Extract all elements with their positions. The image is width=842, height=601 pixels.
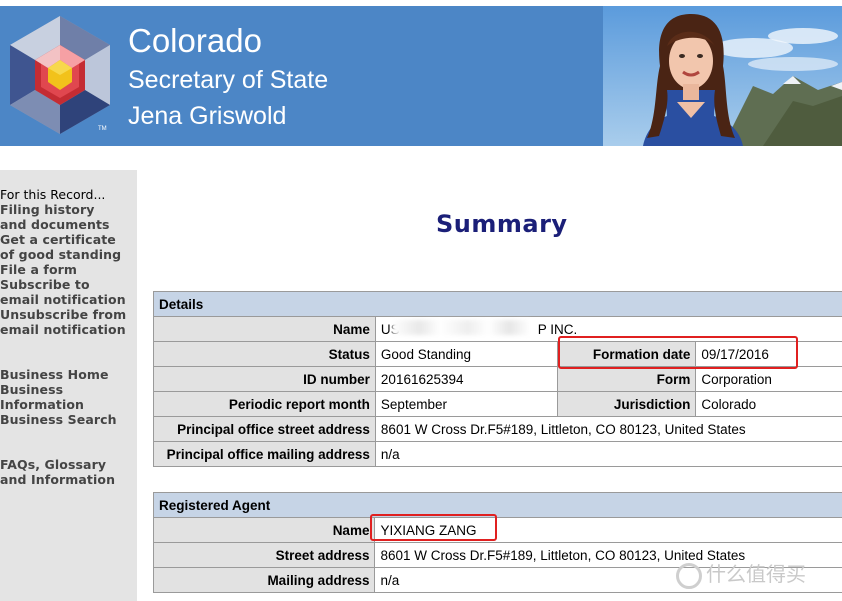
agent-mailing-label: Mailing address — [152, 567, 376, 593]
agent-section-header: Registered Agent — [153, 492, 842, 518]
watermark-logo-icon — [676, 562, 702, 589]
principal-street-label: Principal office street address — [153, 416, 376, 442]
principal-mailing-value: n/a — [374, 441, 842, 467]
sidebar-link-subscribe[interactable]: Subscribe to email notification — [0, 277, 132, 307]
jurisdiction-label: Jurisdiction — [556, 391, 697, 417]
agent-name-label: Name — [152, 517, 376, 543]
sidebar-link-faqs[interactable]: FAQs, Glossary and Information — [0, 457, 132, 487]
secretary-portrait — [603, 6, 842, 146]
state-title: Colorado — [128, 22, 262, 59]
status-label: Status — [153, 341, 376, 367]
jurisdiction-value: Colorado — [695, 391, 842, 417]
sidebar-link-business-home[interactable]: Business Home — [0, 367, 130, 382]
agent-name-highlight — [370, 514, 497, 541]
sidebar-link-business-information[interactable]: Business Information — [0, 382, 84, 412]
watermark: 什么值得买 — [676, 558, 806, 589]
periodic-report-value: September — [374, 391, 558, 417]
sidebar-link-file-form[interactable]: File a form — [0, 262, 130, 277]
colorado-logo-icon[interactable]: TM — [6, 14, 114, 136]
watermark-text: 什么值得买 — [706, 562, 806, 586]
official-name: Jena Griswold — [128, 102, 287, 130]
id-number-label: ID number — [153, 366, 376, 392]
sidebar-link-unsubscribe[interactable]: Unsubscribe from email notification — [0, 307, 132, 337]
header-banner: TM Colorado Secretary of State Jena Gris… — [0, 6, 842, 146]
form-label: Form — [556, 366, 697, 392]
table-row: Principal office mailing address n/a — [153, 441, 842, 467]
formation-date-highlight — [558, 336, 798, 369]
agent-street-label: Street address — [152, 542, 376, 568]
sidebar: For this Record... Filing history and do… — [0, 170, 137, 601]
table-row: ID number 20161625394 Form Corporation — [153, 366, 842, 392]
id-number-value: 20161625394 — [374, 366, 558, 392]
details-section-header: Details — [153, 291, 842, 317]
page-title: Summary — [436, 210, 568, 238]
svg-text:TM: TM — [98, 126, 107, 132]
redaction-blur — [392, 320, 530, 335]
periodic-report-label: Periodic report month — [153, 391, 376, 417]
sidebar-link-business-search[interactable]: Business Search — [0, 412, 130, 427]
table-row: Name YIXIANG ZANG — [152, 517, 842, 543]
name-label: Name — [153, 316, 376, 342]
details-table: Details Name US P INC. Status Good Standi… — [153, 291, 842, 467]
sidebar-link-filing-history[interactable]: Filing history and documents — [0, 202, 122, 232]
sidebar-link-good-standing[interactable]: Get a certificate of good standing — [0, 232, 130, 262]
office-title: Secretary of State — [128, 66, 329, 94]
sidebar-heading: For this Record... — [0, 187, 106, 202]
table-row: Principal office street address 8601 W C… — [153, 416, 842, 442]
principal-mailing-label: Principal office mailing address — [153, 441, 376, 467]
principal-street-value: 8601 W Cross Dr.F5#189, Littleton, CO 80… — [374, 416, 842, 442]
table-row: Periodic report month September Jurisdic… — [153, 391, 842, 417]
status-value: Good Standing — [374, 341, 558, 367]
form-value: Corporation — [695, 366, 842, 392]
